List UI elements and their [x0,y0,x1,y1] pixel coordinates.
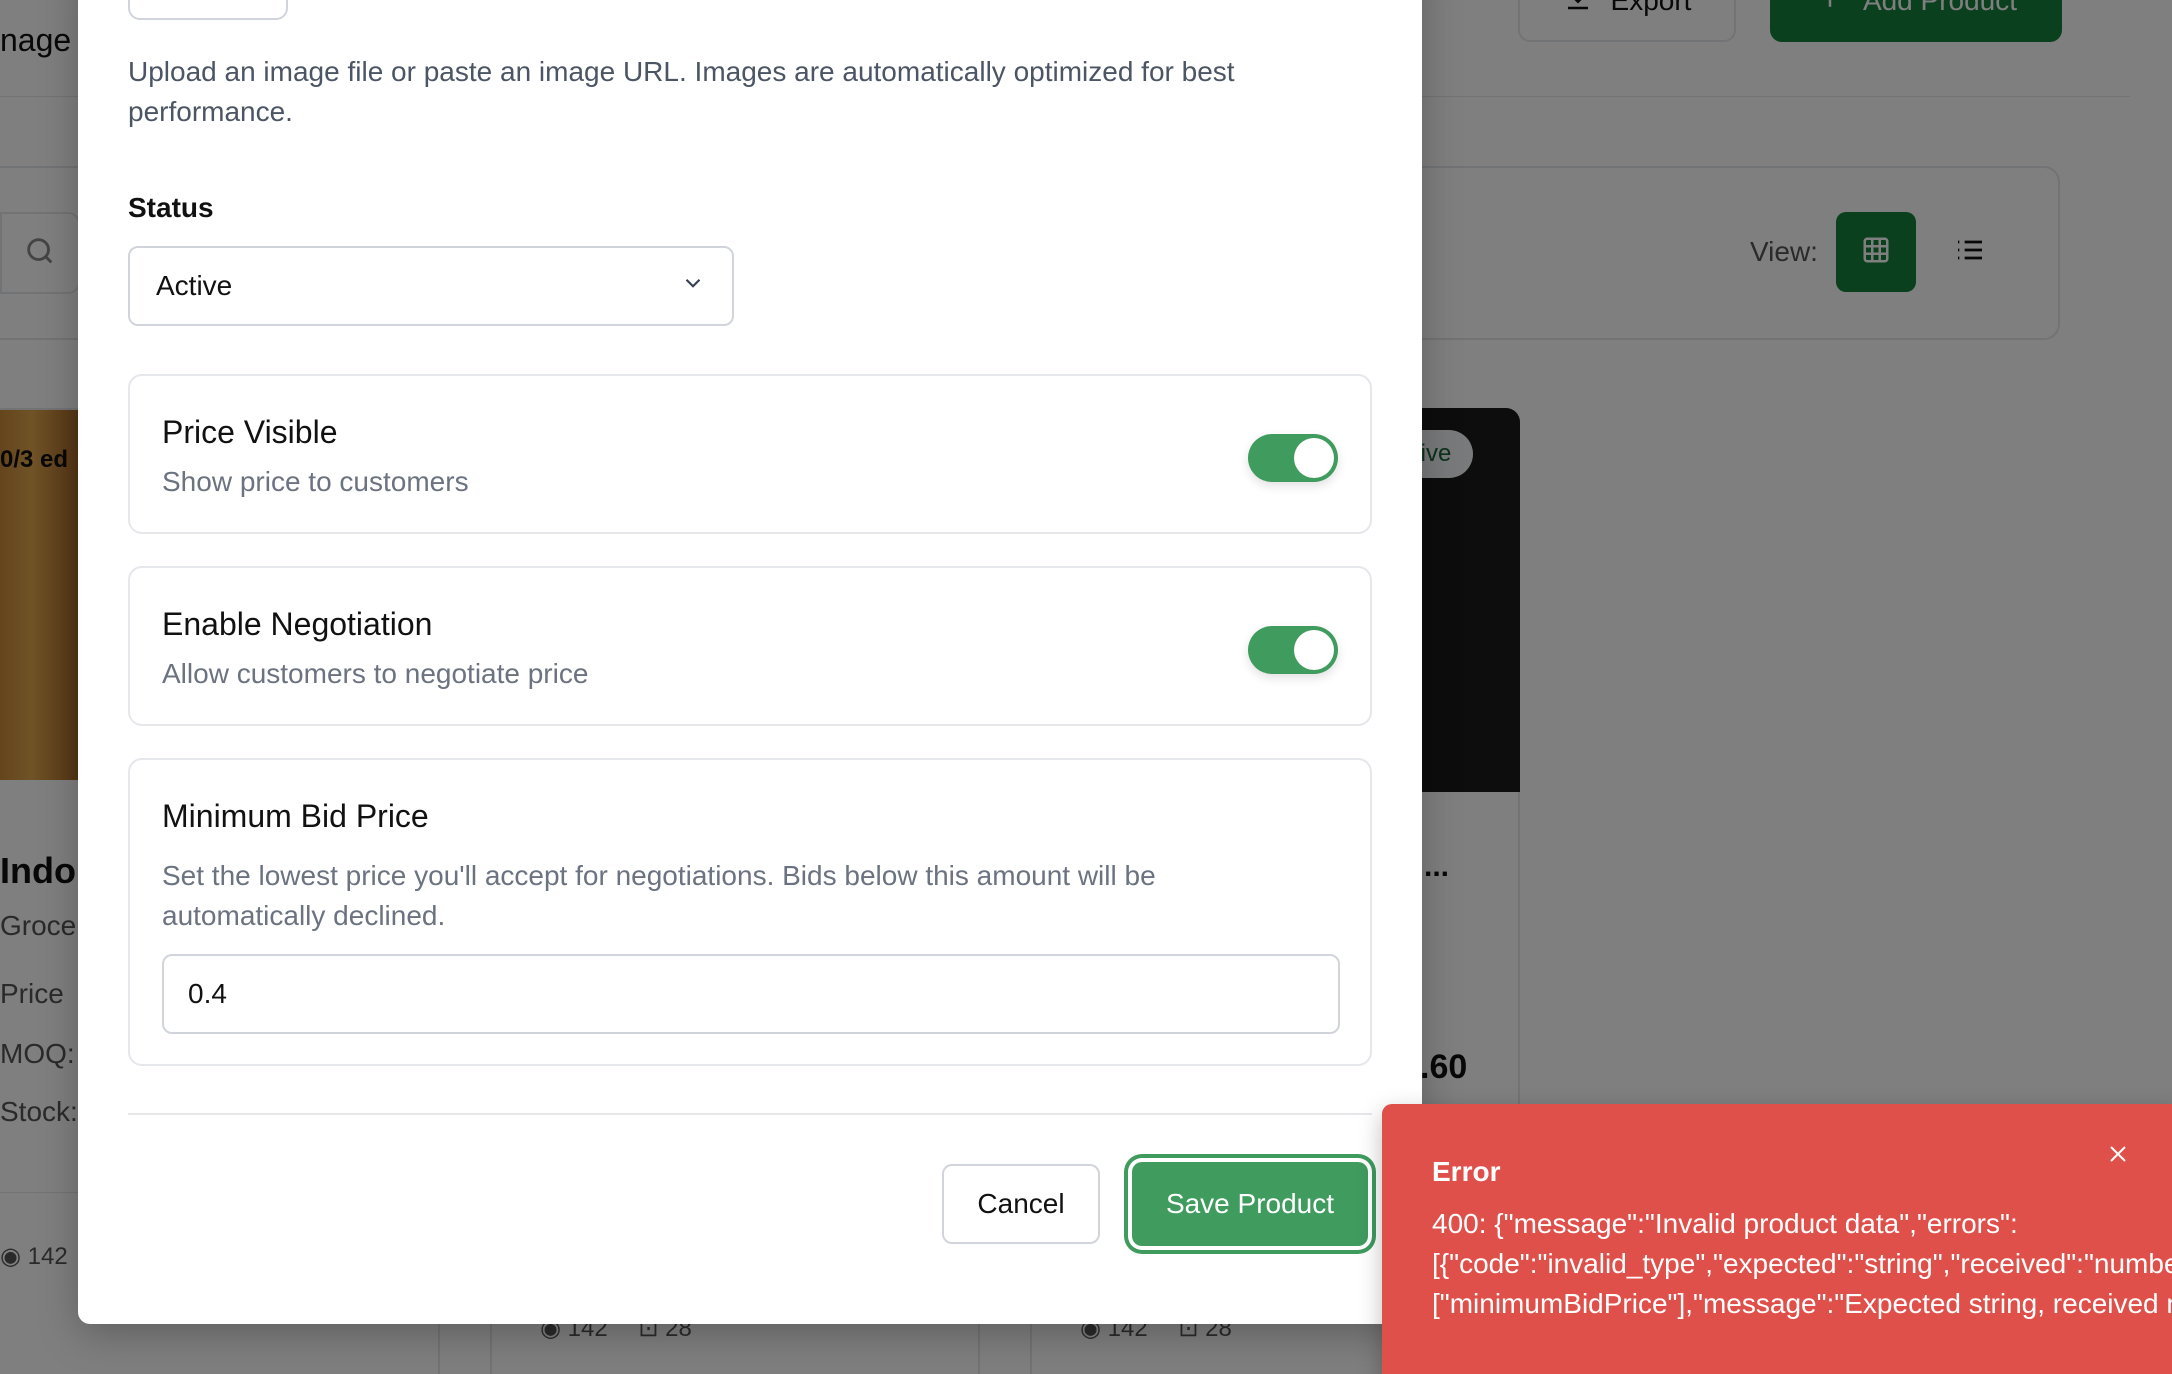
error-toast: Error 400: {"message":"Invalid product d… [1382,1104,2172,1374]
cancel-button[interactable]: Cancel [942,1164,1100,1244]
footer-divider [128,1113,1372,1115]
price-visible-card: Price Visible Show price to customers [128,374,1372,534]
toast-message-line: 400: {"message":"Invalid product data","… [1432,1208,2018,1239]
status-select[interactable]: Active [128,246,734,326]
minimum-bid-card: Minimum Bid Price Set the lowest price y… [128,758,1372,1066]
minimum-bid-input[interactable]: 0.4 [162,954,1340,1034]
image-help-text: Upload an image file or paste an image U… [128,56,1235,127]
toast-message-line: ["minimumBidPrice"],"message":"Expected … [1432,1288,2172,1319]
enable-negotiation-card: Enable Negotiation Allow customers to ne… [128,566,1372,726]
enable-negotiation-description: Allow customers to negotiate price [162,658,589,689]
minimum-bid-value: 0.4 [188,978,227,1009]
minimum-bid-description: Set the lowest price you'll accept for n… [162,860,1156,931]
chevron-down-icon [680,270,706,303]
toast-message-line: [{"code":"invalid_type","expected":"stri… [1432,1248,2172,1279]
toast-message: 400: {"message":"Invalid product data","… [1432,1204,2172,1324]
enable-negotiation-toggle[interactable] [1248,626,1338,674]
toast-title: Error [1432,1156,1501,1187]
product-form-modal: Upload an image file or paste an image U… [78,0,1422,1324]
price-visible-title: Price Visible [162,414,338,450]
close-icon[interactable] [2098,1134,2138,1174]
price-visible-description: Show price to customers [162,466,469,497]
status-select-value: Active [156,270,233,301]
minimum-bid-title: Minimum Bid Price [162,798,429,834]
price-visible-toggle[interactable] [1248,434,1338,482]
image-upload-button[interactable] [128,0,288,20]
enable-negotiation-title: Enable Negotiation [162,606,433,642]
status-label: Status [128,192,214,223]
save-product-button[interactable]: Save Product [1132,1162,1368,1246]
